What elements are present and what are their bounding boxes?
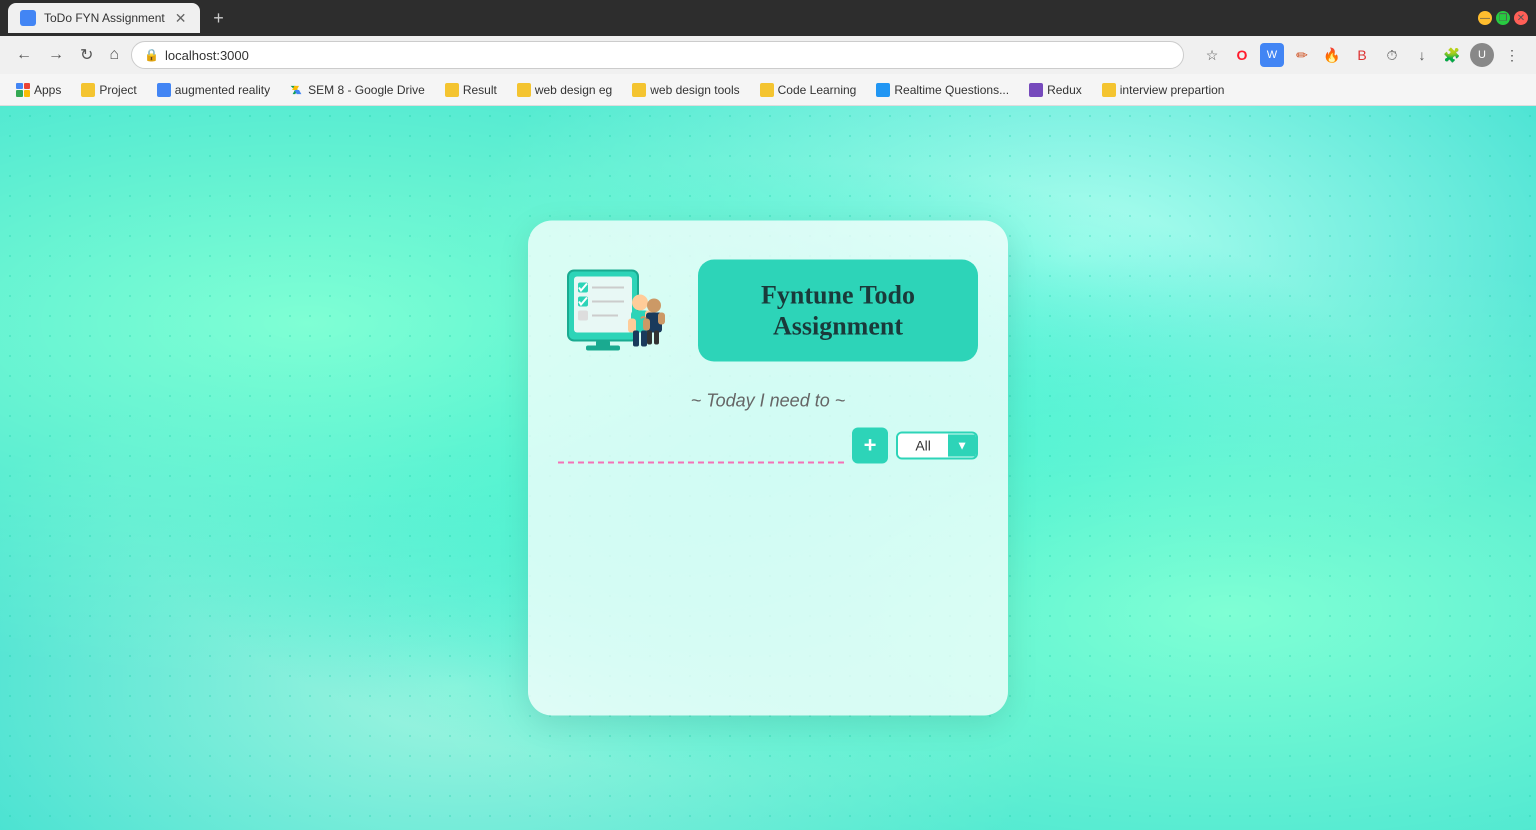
minimize-button[interactable]: — [1478,11,1492,25]
extension-icon-7[interactable]: 🧩 [1440,43,1464,67]
title-bar: ToDo FYN Assignment ✕ + — ❐ ✕ [0,0,1536,36]
home-button[interactable]: ⌂ [105,42,123,68]
bookmark-realtime-questions-icon [876,83,890,97]
tab-close-button[interactable]: ✕ [173,10,189,27]
bookmark-result-icon [445,83,459,97]
bookmark-augmented-reality-label: augmented reality [175,83,270,97]
bookmark-sem8-google-drive[interactable]: SEM 8 - Google Drive [282,80,433,100]
bookmark-project-label: Project [99,83,136,97]
bookmark-web-design-eg-icon [517,83,531,97]
bookmark-web-design-eg[interactable]: web design eg [509,80,620,100]
bookmark-interview-prepartion[interactable]: interview prepartion [1094,80,1233,100]
reload-button[interactable]: ↻ [76,41,97,69]
bookmark-apps[interactable]: Apps [8,80,69,100]
bookmark-project[interactable]: Project [73,80,144,100]
extension-icon-6[interactable]: ↓ [1410,43,1434,67]
bookmark-interview-prepartion-label: interview prepartion [1120,83,1225,97]
bookmark-redux-label: Redux [1047,83,1082,97]
bookmark-result[interactable]: Result [437,80,505,100]
filter-select-value: All [898,434,948,458]
forward-button[interactable]: → [44,42,68,68]
bookmark-code-learning[interactable]: Code Learning [752,80,865,100]
url-text: localhost:3000 [165,48,249,63]
star-icon[interactable]: ☆ [1200,43,1224,67]
extension-icon-1[interactable]: W [1260,43,1284,67]
card-header: Fyntune Todo Assignment [558,251,978,371]
bookmark-sem8-label: SEM 8 - Google Drive [308,83,425,97]
bookmark-realtime-questions-label: Realtime Questions... [894,83,1009,97]
bookmark-redux[interactable]: Redux [1021,80,1090,100]
menu-button[interactable]: ⋮ [1500,43,1524,67]
bookmark-web-design-eg-label: web design eg [535,83,612,97]
extension-icon-2[interactable]: ✏ [1290,43,1314,67]
bookmark-realtime-questions[interactable]: Realtime Questions... [868,80,1017,100]
card-illustration [558,251,678,371]
bookmark-augmented-reality-icon [157,83,171,97]
bookmark-result-label: Result [463,83,497,97]
bookmark-interview-prepartion-icon [1102,83,1116,97]
todo-list [558,476,978,676]
page-content: Fyntune Todo Assignment ~ Today I need t… [0,106,1536,830]
bookmark-sem8-icon [290,83,304,97]
bookmark-code-learning-icon [760,83,774,97]
bookmark-web-design-tools[interactable]: web design tools [624,80,747,100]
bookmark-augmented-reality[interactable]: augmented reality [149,80,278,100]
window-controls: — ❐ ✕ [1478,11,1528,25]
url-bar[interactable]: 🔒 localhost:3000 [131,41,1184,69]
input-row: + All ▼ [558,428,978,464]
add-todo-button[interactable]: + [852,428,888,464]
new-tab-button[interactable]: + [204,4,232,32]
maximize-button[interactable]: ❐ [1496,11,1510,25]
tab-title: ToDo FYN Assignment [44,11,165,25]
bookmark-project-icon [81,83,95,97]
apps-grid-icon [16,83,30,97]
bookmark-apps-label: Apps [34,83,61,97]
profile-icon[interactable]: U [1470,43,1494,67]
tab-favicon [20,10,36,26]
toolbar-icons: ☆ O W ✏ 🔥 B ⏱ ↓ 🧩 U ⋮ [1200,43,1524,67]
bookmark-web-design-tools-label: web design tools [650,83,739,97]
card-title: Fyntune Todo Assignment [714,279,962,341]
bookmark-code-learning-label: Code Learning [778,83,857,97]
bookmark-redux-icon [1029,83,1043,97]
app-card: Fyntune Todo Assignment ~ Today I need t… [528,221,1008,716]
bookmark-web-design-tools-icon [632,83,646,97]
browser-chrome: ToDo FYN Assignment ✕ + — ❐ ✕ ← → ↻ ⌂ 🔒 … [0,0,1536,106]
card-title-box: Fyntune Todo Assignment [698,259,978,361]
close-button[interactable]: ✕ [1514,11,1528,25]
browser-tab[interactable]: ToDo FYN Assignment ✕ [8,3,200,33]
todo-input[interactable] [558,428,844,464]
address-bar: ← → ↻ ⌂ 🔒 localhost:3000 ☆ O W ✏ 🔥 B ⏱ ↓… [0,36,1536,74]
bookmarks-bar: Apps Project augmented reality SEM 8 - G… [0,74,1536,106]
opera-icon[interactable]: O [1230,43,1254,67]
subtitle: ~ Today I need to ~ [558,391,978,412]
extension-icon-5[interactable]: ⏱ [1380,43,1404,67]
extension-icon-3[interactable]: 🔥 [1320,43,1344,67]
filter-select-wrapper: All ▼ [896,432,978,460]
back-button[interactable]: ← [12,42,36,68]
extension-icon-4[interactable]: B [1350,43,1374,67]
filter-dropdown-button[interactable]: ▼ [948,435,976,457]
lock-icon: 🔒 [144,48,159,62]
